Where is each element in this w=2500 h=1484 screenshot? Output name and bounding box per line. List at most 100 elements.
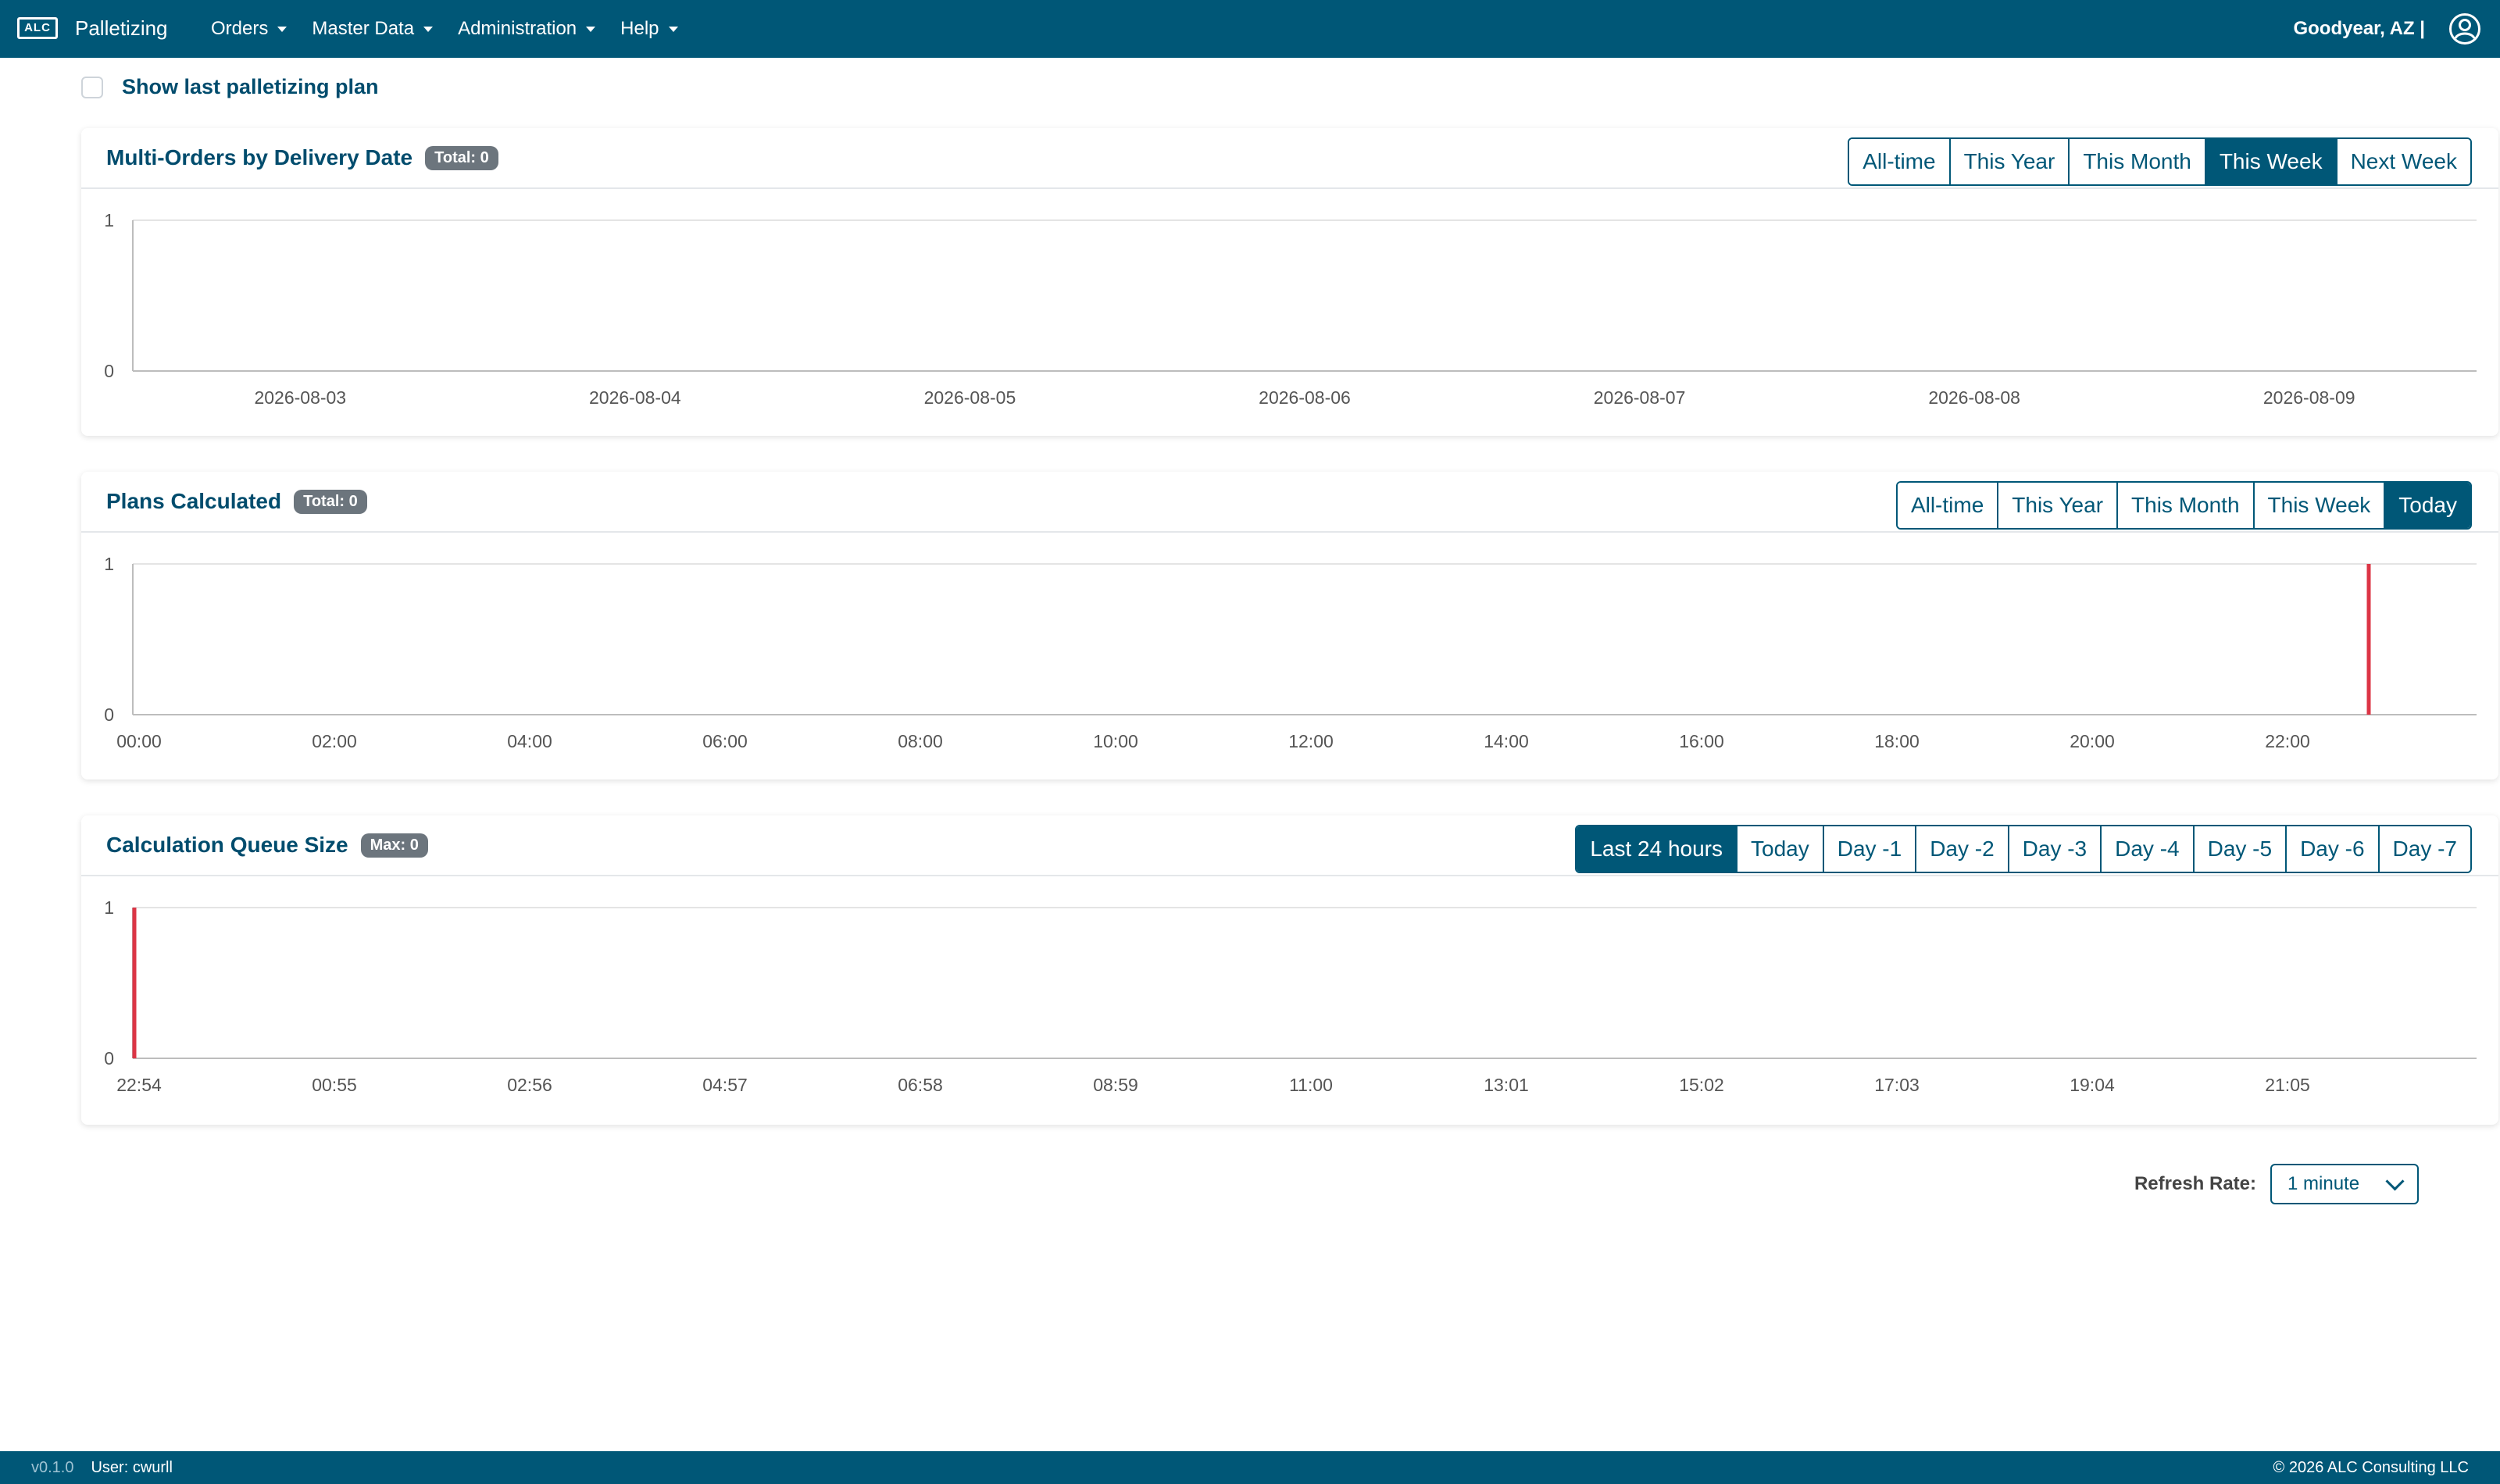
show-last-plan-label: Show last palletizing plan	[122, 75, 379, 98]
brand-name[interactable]: Palletizing	[75, 0, 168, 56]
x-tick-label: 19:04	[2070, 1075, 2115, 1095]
x-tick-label: 2026-08-04	[589, 387, 681, 408]
x-tick-label: 02:00	[312, 731, 357, 751]
y-tick-label: 1	[104, 554, 114, 574]
range-button-day-4[interactable]: Day -4	[2102, 826, 2195, 872]
menu-help[interactable]: Help	[620, 0, 678, 58]
x-tick-label: 2026-08-05	[924, 387, 1016, 408]
x-tick-label: 08:00	[898, 731, 943, 751]
x-tick-label: 22:00	[2265, 731, 2310, 751]
card-header: Multi-Orders by Delivery Date Total: 0 A…	[81, 128, 2498, 189]
x-tick-label: 06:00	[702, 731, 748, 751]
user-account-icon[interactable]	[2448, 12, 2481, 45]
card-title: Plans Calculated	[106, 489, 282, 513]
main-menu: Orders Master Data Administration Help	[211, 0, 703, 58]
caret-down-icon	[277, 26, 288, 32]
x-tick-label: 21:05	[2265, 1075, 2310, 1095]
max-badge: Max: 0	[360, 833, 428, 858]
refresh-rate-label: Refresh Rate:	[2134, 1173, 2256, 1194]
user-label: User: cwurll	[91, 1458, 173, 1476]
range-button-this-month[interactable]: This Month	[2070, 139, 2206, 184]
location-label: Goodyear, AZ |	[2293, 18, 2425, 39]
range-button-today[interactable]: Today	[2385, 483, 2470, 528]
x-tick-label: 08:59	[1093, 1075, 1138, 1095]
version-label: v0.1.0	[31, 1458, 74, 1476]
range-button-day-1[interactable]: Day -1	[1823, 826, 1917, 872]
range-button-this-year[interactable]: This Year	[1998, 483, 2119, 528]
x-tick-label: 00:00	[116, 731, 162, 751]
card-title: Calculation Queue Size	[106, 833, 348, 857]
x-tick-label: 2026-08-06	[1259, 387, 1351, 408]
x-tick-label: 22:54	[116, 1075, 162, 1095]
x-tick-label: 17:03	[1874, 1075, 1920, 1095]
calculation-queue-card: Calculation Queue Size Max: 0 Last 24 ho…	[81, 815, 2498, 1125]
multi-orders-card: Multi-Orders by Delivery Date Total: 0 A…	[81, 128, 2498, 436]
x-tick-label: 11:00	[1289, 1075, 1333, 1095]
alc-logo[interactable]: ALC	[17, 17, 58, 39]
range-button-next-week[interactable]: Next Week	[2337, 139, 2470, 184]
x-tick-label: 13:01	[1484, 1075, 1529, 1095]
x-tick-label: 2026-08-08	[1928, 387, 2020, 408]
range-button-day-3[interactable]: Day -3	[2009, 826, 2102, 872]
total-badge: Total: 0	[294, 489, 367, 514]
x-tick-label: 2026-08-09	[2263, 387, 2355, 408]
x-tick-label: 00:55	[312, 1075, 357, 1095]
range-button-this-week[interactable]: This Week	[2254, 483, 2386, 528]
caret-down-icon	[668, 26, 678, 32]
range-button-this-year[interactable]: This Year	[1950, 139, 2070, 184]
calculation-queue-chart: 1 022:54 00:55 02:56 04:57 06:58 08:59 11:00 13:…	[104, 897, 2477, 1095]
range-button-all-time[interactable]: All-time	[1849, 139, 1951, 184]
x-tick-label: 15:02	[1679, 1075, 1724, 1095]
y-tick-label: 0	[104, 705, 114, 725]
range-button-last-24-hours[interactable]: Last 24 hours	[1577, 826, 1738, 872]
range-button-group: Last 24 hours Today Day -1 Day -2 Day -3 Day …	[1575, 825, 2472, 873]
copyright-label: © 2026 ALC Consulting LLC	[2273, 1458, 2469, 1476]
show-last-plan-checkbox[interactable]	[81, 76, 103, 98]
chevron-down-icon	[2385, 1171, 2405, 1191]
y-tick-label: 0	[104, 361, 114, 381]
caret-down-icon	[423, 26, 434, 32]
plans-calculated-chart: 1 000:00 02:00 04:00 06:00 08:00 10:00 12:00 14:…	[104, 554, 2477, 751]
top-navbar: ALC Palletizing Orders Master Data Admin…	[0, 0, 2500, 58]
refresh-rate-select[interactable]: 1 minute	[2270, 1164, 2419, 1204]
x-tick-label: 16:00	[1679, 731, 1724, 751]
x-tick-label: 04:00	[507, 731, 552, 751]
show-last-plan-toggle[interactable]: Show last palletizing plan	[81, 75, 379, 99]
range-button-this-week[interactable]: This Week	[2205, 139, 2338, 184]
range-button-day-6[interactable]: Day -6	[2287, 826, 2380, 872]
x-tick-label: 06:58	[898, 1075, 943, 1095]
refresh-rate-value: 1 minute	[2288, 1173, 2360, 1194]
card-title: Multi-Orders by Delivery Date	[106, 145, 413, 169]
menu-orders[interactable]: Orders	[211, 0, 288, 58]
x-tick-label: 2026-08-03	[254, 387, 346, 408]
y-tick-label: 1	[104, 897, 114, 918]
range-button-today[interactable]: Today	[1738, 826, 1824, 872]
menu-administration[interactable]: Administration	[458, 0, 596, 58]
plans-calculated-card: Plans Calculated Total: 0 All-time This Y…	[81, 472, 2498, 779]
menu-master-data[interactable]: Master Data	[312, 0, 434, 58]
range-button-all-time[interactable]: All-time	[1897, 483, 1999, 528]
x-tick-label: 10:00	[1093, 731, 1138, 751]
y-tick-label: 0	[104, 1048, 114, 1068]
x-tick-label: 14:00	[1484, 731, 1529, 751]
footer: v0.1.0 User: cwurll © 2026 ALC Consultin…	[0, 1451, 2500, 1484]
range-button-this-month[interactable]: This Month	[2118, 483, 2255, 528]
card-header: Plans Calculated Total: 0 All-time This Y…	[81, 472, 2498, 533]
x-tick-label: 20:00	[2070, 731, 2115, 751]
range-button-group: All-time This Year This Month This Week Next…	[1848, 137, 2472, 186]
x-tick-label: 18:00	[1874, 731, 1920, 751]
y-tick-label: 1	[104, 210, 114, 230]
x-tick-label: 04:57	[702, 1075, 748, 1095]
x-tick-label: 02:56	[507, 1075, 552, 1095]
card-header: Calculation Queue Size Max: 0 Last 24 ho…	[81, 815, 2498, 876]
range-button-day-7[interactable]: Day -7	[2379, 826, 2470, 872]
multi-orders-chart: 1 0 2026-08-03 2026-08-04 2026-08-05 2026-08-…	[104, 210, 2477, 408]
caret-down-icon	[586, 26, 596, 32]
total-badge: Total: 0	[425, 145, 498, 170]
range-button-day-5[interactable]: Day -5	[2194, 826, 2288, 872]
x-tick-label: 2026-08-07	[1594, 387, 1686, 408]
range-button-group: All-time This Year This Month This Week Toda…	[1895, 481, 2472, 530]
x-tick-label: 12:00	[1288, 731, 1334, 751]
refresh-rate-control: Refresh Rate: 1 minute	[2134, 1164, 2419, 1204]
range-button-day-2[interactable]: Day -2	[1916, 826, 2009, 872]
